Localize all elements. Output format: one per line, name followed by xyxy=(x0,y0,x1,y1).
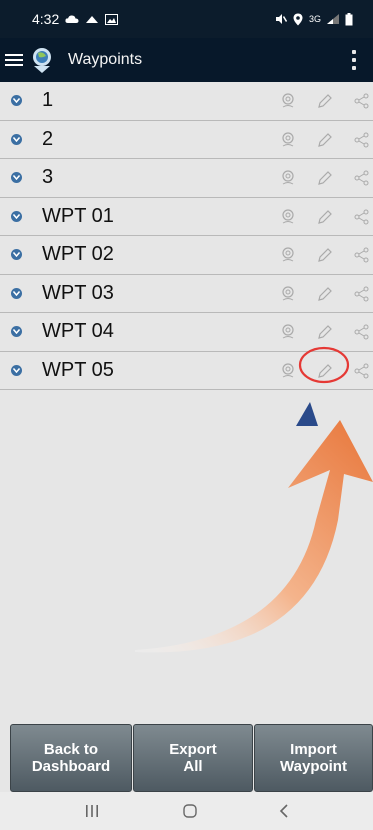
locate-icon[interactable] xyxy=(278,168,298,188)
share-icon[interactable] xyxy=(352,130,372,150)
app-bar: Waypoints xyxy=(0,38,373,82)
expand-chevron-icon[interactable] xyxy=(11,287,22,299)
page-title: Waypoints xyxy=(68,51,143,68)
bottom-button-bar: Back to Dashboard Export All Import Wayp… xyxy=(0,724,373,792)
system-nav-bar xyxy=(0,792,373,830)
back-icon[interactable] xyxy=(274,801,294,821)
waypoint-name: WPT 02 xyxy=(42,243,114,266)
share-icon[interactable] xyxy=(352,322,372,342)
expand-chevron-icon[interactable] xyxy=(11,172,22,184)
locate-icon[interactable] xyxy=(278,361,298,381)
back-to-dashboard-button[interactable]: Back to Dashboard xyxy=(10,724,132,792)
waypoint-name: 1 xyxy=(42,89,54,112)
export-all-button[interactable]: Export All xyxy=(133,724,253,792)
waypoint-name: WPT 03 xyxy=(42,281,114,304)
share-icon[interactable] xyxy=(352,168,372,188)
locate-icon[interactable] xyxy=(278,91,298,111)
pencil-icon[interactable] xyxy=(315,284,335,304)
location-icon xyxy=(293,13,303,26)
overflow-menu-icon[interactable] xyxy=(349,48,359,72)
pencil-icon[interactable] xyxy=(315,130,335,150)
signal-icon xyxy=(327,14,339,24)
pencil-icon[interactable] xyxy=(315,245,335,265)
waypoint-name: WPT 04 xyxy=(42,320,114,343)
waypoint-row[interactable]: WPT 03 xyxy=(0,274,373,313)
expand-chevron-icon[interactable] xyxy=(11,95,22,107)
export-button-line2: All xyxy=(183,758,203,775)
import-button-line2: Waypoint xyxy=(280,758,347,775)
expand-chevron-icon[interactable] xyxy=(11,249,22,261)
waypoint-name: 3 xyxy=(42,166,54,189)
pencil-icon[interactable] xyxy=(315,361,335,381)
waypoint-name: 2 xyxy=(42,127,54,150)
image-icon xyxy=(105,13,119,25)
waypoint-name: WPT 05 xyxy=(42,358,114,381)
cloud-icon xyxy=(65,14,79,24)
share-icon[interactable] xyxy=(352,361,372,381)
share-icon[interactable] xyxy=(352,245,372,265)
share-icon[interactable] xyxy=(352,284,372,304)
waypoint-row[interactable]: WPT 01 xyxy=(0,197,373,236)
waypoint-row[interactable]: 1 xyxy=(0,82,373,121)
locate-icon[interactable] xyxy=(278,207,298,227)
battery-icon xyxy=(345,12,353,26)
import-button-line1: Import xyxy=(290,741,337,758)
weather-icon xyxy=(85,14,99,24)
locate-icon[interactable] xyxy=(278,245,298,265)
export-button-line1: Export xyxy=(169,741,217,758)
status-time: 4:32 xyxy=(32,11,60,27)
expand-chevron-icon[interactable] xyxy=(11,364,22,376)
waypoint-row[interactable]: 3 xyxy=(0,159,373,198)
expand-chevron-icon[interactable] xyxy=(11,133,22,145)
pencil-icon[interactable] xyxy=(315,207,335,227)
waypoint-list: 1 2 3 WPT 01 WPT 02 WPT 03 WPT 04 WPT 05 xyxy=(0,82,373,390)
locate-icon[interactable] xyxy=(278,130,298,150)
locate-icon[interactable] xyxy=(278,322,298,342)
pencil-icon[interactable] xyxy=(315,322,335,342)
pencil-icon[interactable] xyxy=(315,91,335,111)
import-waypoint-button[interactable]: Import Waypoint xyxy=(254,724,373,792)
network-type: 3G xyxy=(308,14,321,24)
home-icon[interactable] xyxy=(180,801,200,821)
orange-arrow-annotation xyxy=(135,420,373,653)
share-icon[interactable] xyxy=(352,91,372,111)
blue-triangle-marker xyxy=(296,402,318,426)
expand-chevron-icon[interactable] xyxy=(11,326,22,338)
hamburger-menu-icon[interactable] xyxy=(2,48,26,72)
waypoint-row[interactable]: WPT 02 xyxy=(0,236,373,275)
waypoint-row[interactable]: WPT 04 xyxy=(0,313,373,352)
locate-icon[interactable] xyxy=(278,284,298,304)
waypoint-name: WPT 01 xyxy=(42,204,114,227)
share-icon[interactable] xyxy=(352,207,372,227)
waypoint-row[interactable]: WPT 05 xyxy=(0,351,373,390)
back-button-line1: Back to xyxy=(43,741,99,758)
waypoint-row[interactable]: 2 xyxy=(0,120,373,159)
back-button-line2: Dashboard xyxy=(31,758,111,775)
pencil-icon[interactable] xyxy=(315,168,335,188)
status-bar: 4:32 3G xyxy=(0,0,373,38)
expand-chevron-icon[interactable] xyxy=(11,210,22,222)
app-logo-icon xyxy=(28,45,58,75)
mute-icon xyxy=(275,13,287,25)
recents-icon[interactable] xyxy=(82,801,102,821)
